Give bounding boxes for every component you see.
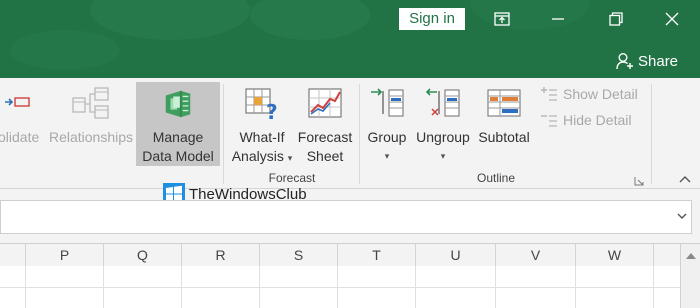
group-separator <box>651 84 652 184</box>
column-header-s[interactable]: S <box>260 244 338 266</box>
column-header-u[interactable]: U <box>416 244 496 266</box>
analysis-label-row: Analysis ▾ <box>232 147 293 168</box>
manage-data-model-button[interactable]: Manage Data Model <box>136 82 220 166</box>
restore-icon <box>609 12 623 26</box>
minimize-icon <box>552 18 564 20</box>
forecast-sheet-button[interactable]: Forecast Sheet <box>294 86 356 166</box>
relationships-label: Relationships <box>48 129 134 145</box>
group-separator <box>223 84 224 184</box>
what-if-analysis-button[interactable]: ? What-If Analysis ▾ <box>228 86 296 168</box>
consolidate-button[interactable]: olidate <box>0 86 39 147</box>
hide-detail-icon <box>541 115 557 127</box>
column-header-t[interactable]: T <box>338 244 416 266</box>
sign-in-button[interactable]: Sign in <box>399 8 465 30</box>
background-decoration <box>90 0 250 40</box>
consolidate-icon <box>4 97 30 107</box>
ungroup-icon <box>425 88 460 117</box>
ribbon-display-icon <box>494 12 510 26</box>
column-header-row: P Q R S T U V W <box>0 243 700 267</box>
collapse-ribbon-button[interactable] <box>676 172 694 186</box>
svg-text:?: ? <box>266 100 278 120</box>
restore-button[interactable] <box>596 6 636 32</box>
show-detail-button[interactable]: Show Detail <box>540 86 638 102</box>
dialog-launcher-icon <box>634 177 644 186</box>
show-detail-icon <box>541 87 557 101</box>
ribbon: olidate Relationships Manage Data Model <box>0 78 700 189</box>
background-decoration <box>10 30 120 70</box>
close-button[interactable] <box>652 6 692 32</box>
group-icon <box>371 88 404 117</box>
share-label: Share <box>638 52 679 70</box>
analysis-label: Analysis <box>231 148 284 164</box>
share-button[interactable]: Share <box>616 50 678 72</box>
close-icon <box>665 12 679 26</box>
group-button[interactable]: Group ▾ <box>362 86 412 166</box>
what-if-label: What-If <box>239 129 285 145</box>
show-detail-label: Show Detail <box>563 86 638 102</box>
worksheet-grid[interactable] <box>0 266 680 308</box>
formula-bar-input[interactable] <box>0 200 692 234</box>
background-decoration <box>250 0 370 40</box>
ribbon-display-options-button[interactable] <box>482 6 522 32</box>
group-label: Group <box>367 129 407 145</box>
column-header-v[interactable]: V <box>496 244 576 266</box>
outline-group-label: Outline <box>476 171 516 185</box>
relationships-icon <box>72 87 109 119</box>
outline-dialog-launcher[interactable] <box>634 173 646 186</box>
consolidate-label: olidate <box>0 129 40 145</box>
dropdown-caret-icon: ▾ <box>384 151 390 161</box>
minimize-button[interactable] <box>538 6 578 32</box>
chevron-down-icon <box>677 213 687 219</box>
data-model-icon <box>165 90 191 118</box>
vertical-scrollbar[interactable] <box>680 244 700 308</box>
what-if-analysis-icon: ? <box>245 88 278 120</box>
column-header-w[interactable]: W <box>576 244 654 266</box>
dropdown-caret-icon: ▾ <box>287 153 293 163</box>
ungroup-button[interactable]: Ungroup ▾ <box>412 86 474 166</box>
forecast-label: Forecast <box>297 129 353 145</box>
hide-detail-button[interactable]: Hide Detail <box>540 112 631 128</box>
subtotal-label: Subtotal <box>478 129 530 145</box>
column-header-r[interactable]: R <box>182 244 260 266</box>
data-model-label: Data Model <box>142 148 214 164</box>
dropdown-caret-icon: ▾ <box>440 151 446 161</box>
share-person-icon <box>616 53 633 70</box>
manage-label: Manage <box>152 129 204 145</box>
title-bar: Sign in Share <box>0 0 700 78</box>
group-separator <box>359 84 360 184</box>
hide-detail-label: Hide Detail <box>563 112 632 128</box>
expand-formula-bar-button[interactable] <box>672 205 692 227</box>
column-header-q[interactable]: Q <box>104 244 182 266</box>
chevron-up-icon <box>679 176 691 183</box>
relationships-button[interactable]: Relationships <box>47 86 135 147</box>
column-header-p[interactable]: P <box>26 244 104 266</box>
ungroup-label: Ungroup <box>416 129 470 145</box>
subtotal-icon <box>487 89 521 117</box>
forecast-sheet-icon <box>308 88 342 118</box>
grid-line <box>0 287 680 288</box>
column-header-partial[interactable] <box>0 244 26 266</box>
scroll-up-arrow-icon[interactable] <box>686 252 696 259</box>
subtotal-button[interactable]: Subtotal <box>474 86 534 147</box>
sheet-label: Sheet <box>306 148 344 164</box>
